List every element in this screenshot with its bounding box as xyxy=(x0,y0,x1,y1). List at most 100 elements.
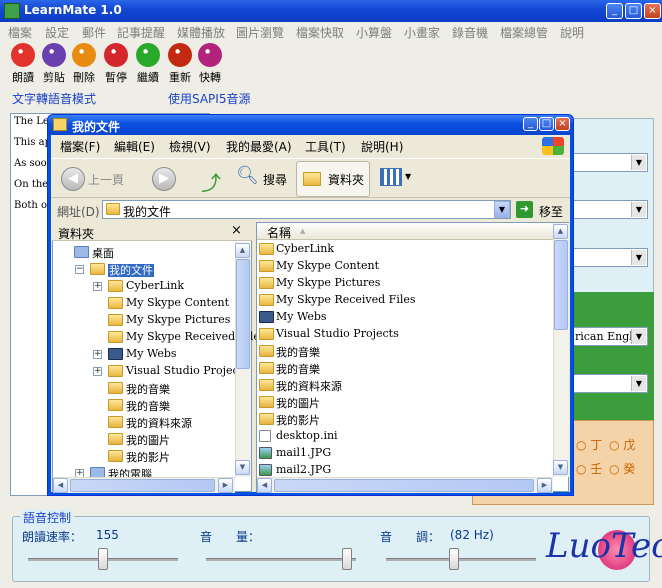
file-item[interactable]: 我的音樂 xyxy=(276,361,320,377)
scroll-right-icon[interactable]: ▶ xyxy=(218,478,233,493)
minimize-button[interactable]: _ xyxy=(606,3,623,19)
search-button-label[interactable]: 搜尋 xyxy=(263,171,287,188)
explorer-menu-item[interactable]: 工具(T) xyxy=(305,138,346,155)
folder-icon xyxy=(108,365,123,377)
close-icon[interactable]: × xyxy=(231,223,242,238)
file-item[interactable]: My Webs xyxy=(276,310,327,323)
voice-select[interactable]: ▼ xyxy=(572,153,648,172)
explorer-menu-item[interactable]: 檢視(V) xyxy=(169,138,211,155)
toolbar-button-lips[interactable]: 朗讀 xyxy=(9,43,37,85)
up-folder-icon[interactable]: ⤴ xyxy=(201,167,223,195)
scroll-left-icon[interactable]: ◀ xyxy=(257,478,272,493)
scroll-down-icon[interactable]: ▼ xyxy=(553,460,568,475)
close-button[interactable]: × xyxy=(644,3,661,19)
chevron-down-icon[interactable]: ▼ xyxy=(494,201,510,218)
radio-option[interactable]: ○ 癸 xyxy=(609,460,635,477)
file-item[interactable]: 我的資料來源 xyxy=(276,378,342,394)
menu-item[interactable]: 設定 xyxy=(45,24,69,41)
menu-item[interactable]: 圖片瀏覽 xyxy=(236,24,284,41)
list-scroll-thumb[interactable] xyxy=(554,240,568,330)
menu-item[interactable]: 記事提醒 xyxy=(117,24,165,41)
go-button-label[interactable]: 移至 xyxy=(539,203,563,220)
tree-item[interactable]: 我的資料來源 xyxy=(126,415,192,431)
file-item[interactable]: 我的影片 xyxy=(276,412,320,428)
list-hscroll-thumb[interactable] xyxy=(274,479,534,492)
go-arrow-icon[interactable]: ➜ xyxy=(516,201,533,218)
scroll-down-icon[interactable]: ▼ xyxy=(235,460,250,475)
language-select[interactable]: rican Engli ▼ xyxy=(572,327,648,346)
scroll-up-icon[interactable]: ▲ xyxy=(553,224,568,239)
volume-slider-thumb[interactable] xyxy=(341,548,352,570)
radio-option[interactable]: ○ 壬 xyxy=(576,460,602,477)
menu-item[interactable]: 檔案快取 xyxy=(296,24,344,41)
tree-item[interactable]: My Webs xyxy=(126,347,177,360)
menu-item[interactable]: 錄音機 xyxy=(452,24,488,41)
toolbar-button-delete[interactable]: 刪除 xyxy=(70,43,98,85)
radio-option[interactable]: ○ 戊 xyxy=(609,436,635,453)
search-icon[interactable]: 🔍︎ xyxy=(236,165,259,189)
back-arrow-icon[interactable]: ◀ xyxy=(61,167,85,191)
file-item[interactable]: CyberLink xyxy=(276,242,334,255)
file-item[interactable]: My Skype Pictures xyxy=(276,276,380,289)
tree-item[interactable]: 我的音樂 xyxy=(126,398,170,414)
file-item[interactable]: desktop.ini xyxy=(276,429,338,442)
address-value: 我的文件 xyxy=(123,205,172,219)
file-item[interactable]: 我的圖片 xyxy=(276,395,320,411)
explorer-menu-item[interactable]: 我的最愛(A) xyxy=(226,138,292,155)
toolbar-button-continue[interactable]: 繼續 xyxy=(134,43,162,85)
collapse-icon[interactable]: − xyxy=(75,265,84,274)
name-column-header[interactable]: 名稱 xyxy=(267,224,291,241)
menu-item[interactable]: 說明 xyxy=(560,24,584,41)
explorer-menu-item[interactable]: 編輯(E) xyxy=(114,138,155,155)
menu-item[interactable]: 檔案總管 xyxy=(500,24,548,41)
explorer-minimize-button[interactable]: _ xyxy=(523,117,538,131)
explorer-maximize-button[interactable]: □ xyxy=(539,117,554,131)
expand-icon[interactable]: + xyxy=(93,367,102,376)
file-item[interactable]: mail2.JPG xyxy=(276,463,331,476)
tree-item-label: My Skype Content xyxy=(126,296,229,309)
forward-arrow-icon[interactable]: ▶ xyxy=(152,167,176,191)
tree-item[interactable]: My Skype Content xyxy=(126,296,229,309)
scroll-left-icon[interactable]: ◀ xyxy=(53,478,68,493)
tree-item[interactable]: Visual Studio Projects xyxy=(126,364,249,377)
toolbar-button-restart[interactable]: 重新 xyxy=(166,43,194,85)
toolbar-button-clipboard[interactable]: 剪貼 xyxy=(40,43,68,85)
expand-icon[interactable]: + xyxy=(93,350,102,359)
scroll-right-icon[interactable]: ▶ xyxy=(537,478,552,493)
engine-select[interactable]: ▼ xyxy=(572,200,648,219)
file-item[interactable]: 我的音樂 xyxy=(276,344,320,360)
file-item[interactable]: mail1.JPG xyxy=(276,446,331,459)
radio-option[interactable]: ○ 丁 xyxy=(576,436,602,453)
file-item[interactable]: My Skype Received Files xyxy=(276,293,416,306)
explorer-close-button[interactable]: × xyxy=(555,117,570,131)
toolbar-button-fastforward[interactable]: 快轉 xyxy=(196,43,224,85)
file-item[interactable]: Visual Studio Projects xyxy=(276,327,399,340)
speaker-select[interactable]: ▼ xyxy=(572,248,648,267)
tree-item[interactable]: CyberLink xyxy=(126,279,184,292)
menu-item[interactable]: 檔案 xyxy=(8,24,32,41)
tree-hscroll-thumb[interactable] xyxy=(70,479,215,492)
chevron-down-icon[interactable]: ▼ xyxy=(405,172,411,181)
pitch-slider-thumb[interactable] xyxy=(449,548,459,570)
output-select[interactable]: ▼ xyxy=(572,374,648,393)
menu-item[interactable]: 小畫家 xyxy=(404,24,440,41)
tree-item[interactable]: 桌面 xyxy=(92,245,114,261)
tree-scroll-thumb[interactable] xyxy=(236,259,250,369)
tree-item[interactable]: My Skype Pictures xyxy=(126,313,230,326)
file-item[interactable]: My Skype Content xyxy=(276,259,379,272)
rate-slider-thumb[interactable] xyxy=(98,548,108,570)
menu-item[interactable]: 郵件 xyxy=(82,24,106,41)
views-icon[interactable] xyxy=(380,168,402,186)
expand-icon[interactable]: + xyxy=(93,282,102,291)
tree-item[interactable]: 我的文件 xyxy=(108,262,154,278)
toolbar-button-pause[interactable]: 暫停 xyxy=(102,43,130,85)
explorer-menu-item[interactable]: 說明(H) xyxy=(361,138,403,155)
explorer-menu-item[interactable]: 檔案(F) xyxy=(60,138,100,155)
tree-item[interactable]: 我的影片 xyxy=(126,449,170,465)
menu-item[interactable]: 小算盤 xyxy=(356,24,392,41)
tree-item[interactable]: 我的音樂 xyxy=(126,381,170,397)
menu-item[interactable]: 媒體播放 xyxy=(177,24,225,41)
maximize-button[interactable]: □ xyxy=(625,3,642,19)
tree-item[interactable]: 我的圖片 xyxy=(126,432,170,448)
scroll-up-icon[interactable]: ▲ xyxy=(235,243,250,258)
